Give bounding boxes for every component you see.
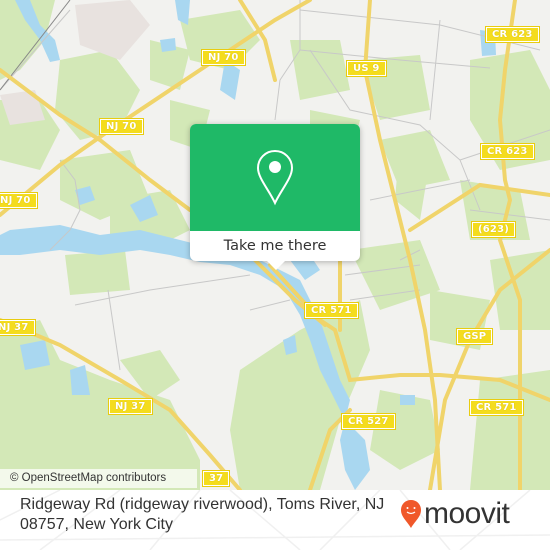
road-shield-nj70: NJ 70	[0, 192, 38, 209]
road-shield-nj37: NJ 37	[0, 319, 36, 336]
popup-pointer	[267, 261, 285, 270]
road-shield-us9: US 9	[346, 60, 387, 77]
moovit-wordmark: moovit	[424, 497, 510, 530]
moovit-pin-icon	[401, 500, 421, 528]
location-popup: Take me there	[190, 124, 360, 270]
road-shield-nj70: NJ 70	[99, 118, 144, 135]
road-shield-gsp: GSP	[455, 328, 494, 345]
moovit-logo: moovit	[400, 494, 510, 534]
address-text: Ridgeway Rd (ridgeway riverwood), Toms R…	[20, 496, 385, 533]
footer: Ridgeway Rd (ridgeway riverwood), Toms R…	[0, 490, 550, 550]
road-shield-nj37: 37	[201, 470, 231, 487]
map-attribution[interactable]: © OpenStreetMap contributors	[0, 469, 197, 488]
road-shield-nj37: NJ 37	[108, 398, 153, 415]
popup-header	[190, 124, 360, 231]
road-shield-cr571: CR 571	[469, 399, 524, 416]
road-shield-cr623: CR 623	[480, 143, 535, 160]
take-me-there-button[interactable]: Take me there	[190, 231, 360, 261]
road-shield-cr527: CR 527	[341, 413, 396, 430]
road-shield-cr623: CR 623	[485, 26, 540, 43]
road-shield-cr571: CR 571	[304, 302, 359, 319]
road-shield-nj70: NJ 70	[201, 49, 246, 66]
map-view[interactable]: NJ 70 NJ 70 NJ 70 US 9 CR 623 CR 623 (62…	[0, 0, 550, 490]
road-shield-623: (623)	[470, 221, 517, 238]
location-pin-icon	[256, 149, 294, 205]
